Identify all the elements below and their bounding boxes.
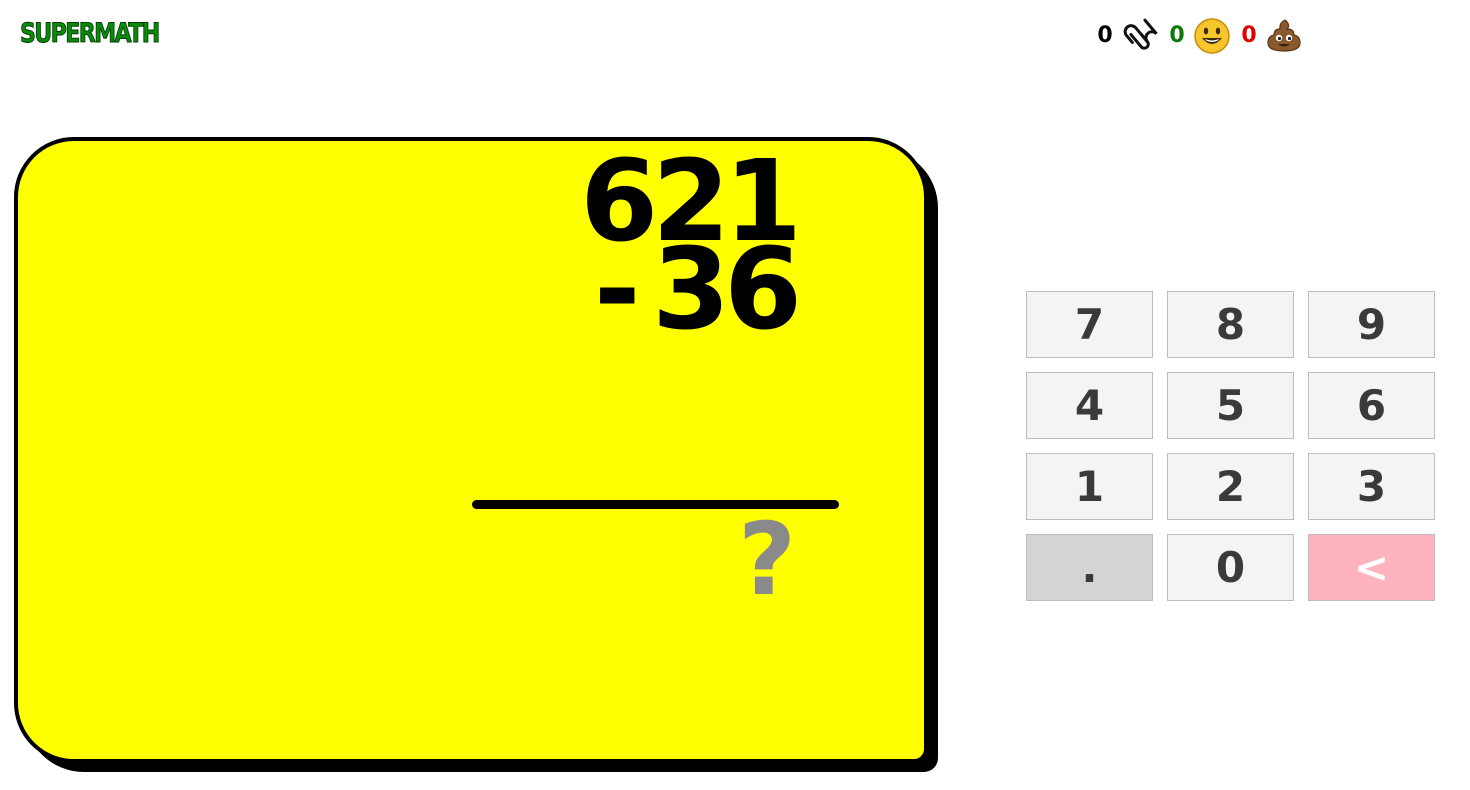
- smiley-icon: [1192, 16, 1232, 56]
- key-2[interactable]: 2: [1167, 453, 1294, 520]
- paperclip-icon: [1120, 16, 1160, 56]
- key-3[interactable]: 3: [1308, 453, 1435, 520]
- key-1[interactable]: 1: [1026, 453, 1153, 520]
- key-decimal[interactable]: .: [1026, 534, 1153, 601]
- key-5[interactable]: 5: [1167, 372, 1294, 439]
- answer-field: ?: [738, 501, 797, 618]
- operator-sign: -: [594, 225, 641, 355]
- key-9[interactable]: 9: [1308, 291, 1435, 358]
- bottom-row: - 36: [470, 225, 840, 355]
- poop-icon: [1264, 16, 1304, 56]
- key-4[interactable]: 4: [1026, 372, 1153, 439]
- number-keypad: 7 8 9 4 5 6 1 2 3 . 0 <: [1026, 291, 1435, 601]
- app-logo: SUPERMATH: [20, 18, 161, 49]
- total-count: 0: [1097, 23, 1113, 48]
- key-0[interactable]: 0: [1167, 534, 1294, 601]
- key-6[interactable]: 6: [1308, 372, 1435, 439]
- wrong-count: 0: [1241, 23, 1257, 48]
- backspace-button[interactable]: <: [1308, 534, 1435, 601]
- key-7[interactable]: 7: [1026, 291, 1153, 358]
- correct-count: 0: [1169, 23, 1185, 48]
- score-bar: 0 0 0: [1094, 16, 1310, 56]
- key-8[interactable]: 8: [1167, 291, 1294, 358]
- problem-area: 621 - 36: [470, 146, 840, 355]
- bottom-number: 36: [652, 225, 802, 355]
